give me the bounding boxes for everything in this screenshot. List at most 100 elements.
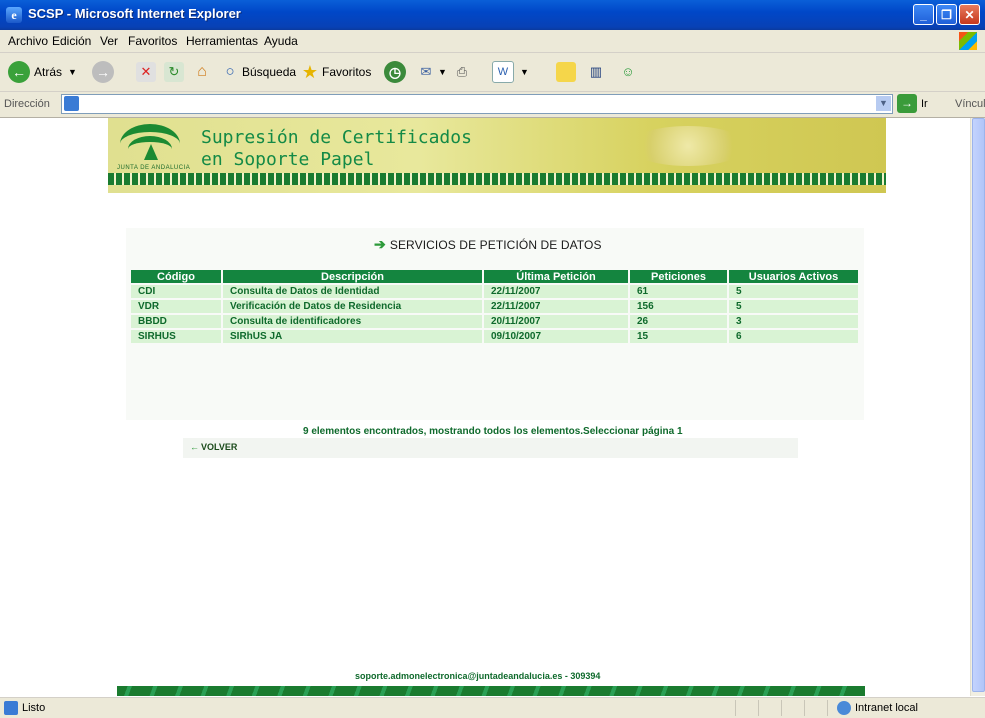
- books-icon: ▥: [589, 64, 603, 79]
- search-button[interactable]: ○ Búsqueda: [220, 59, 296, 85]
- banner-decoration: [628, 126, 748, 166]
- cell-codigo: VDR: [131, 298, 223, 314]
- edit-button[interactable]: W ▼: [492, 59, 529, 85]
- column-header-usuarios-activos: Usuarios Activos: [728, 270, 860, 284]
- menu-edicion[interactable]: Edición: [52, 34, 91, 48]
- links-label[interactable]: Vínculos: [955, 98, 985, 110]
- stop-button[interactable]: ✕: [136, 59, 156, 85]
- address-input[interactable]: ▼: [61, 94, 893, 114]
- column-header-codigo[interactable]: Código: [131, 270, 223, 284]
- cell-usuarios-activos: 6: [728, 328, 860, 343]
- print-icon: ⎙: [456, 64, 468, 79]
- refresh-icon: ↻: [164, 62, 184, 82]
- history-button[interactable]: ◷: [384, 59, 406, 85]
- forward-button[interactable]: →: [92, 59, 114, 85]
- menu-archivo[interactable]: Archivo: [8, 34, 48, 48]
- messenger-button[interactable]: ☺: [618, 59, 638, 85]
- cell-descripcion: Consulta de identificadores: [222, 313, 484, 329]
- go-label[interactable]: Ir: [921, 98, 928, 110]
- mail-button[interactable]: ✉ ▼: [416, 59, 447, 85]
- address-bar: Dirección ▼ → Ir Vínculos: [0, 92, 985, 118]
- favorites-label: Favoritos: [322, 65, 372, 79]
- section-heading-text: SERVICIOS DE PETICIÓN DE DATOS: [389, 237, 602, 252]
- menu-ayuda[interactable]: Ayuda: [264, 34, 298, 48]
- security-zone-label: Intranet local: [855, 702, 918, 714]
- cell-codigo: BBDD: [131, 313, 223, 329]
- window-title: SCSP - Microsoft Internet Explorer: [28, 6, 241, 21]
- banner-title-line2: en Soporte Papel: [201, 149, 375, 170]
- back-button[interactable]: ← Atrás ▼: [8, 59, 77, 85]
- status-bar: Listo Intranet local: [0, 697, 985, 718]
- search-icon: ○: [225, 63, 235, 80]
- footer-contact: soporte.admonelectronica@juntadeandaluci…: [355, 671, 601, 681]
- cell-peticiones: 15: [629, 328, 729, 343]
- vertical-scrollbar[interactable]: [970, 118, 985, 696]
- cell-ultima-peticion: 22/11/2007: [483, 298, 630, 314]
- page-viewport: JUNTA DE ANDALUCIA Supresión de Certific…: [0, 118, 970, 696]
- services-table: Código Descripción Última Petición Petic…: [131, 270, 860, 343]
- windows-logo-icon: [959, 32, 977, 50]
- mail-dropdown-icon: ▼: [438, 67, 447, 77]
- volver-button[interactable]: ← VOLVER: [190, 442, 237, 452]
- cell-peticiones: 26: [629, 313, 729, 329]
- arrow-left-icon: ←: [190, 442, 199, 452]
- close-button[interactable]: ✕: [959, 4, 980, 25]
- volver-label: VOLVER: [201, 442, 238, 452]
- arrow-right-icon: ➔: [374, 236, 386, 252]
- dropdown-arrow-icon: ▼: [68, 67, 77, 77]
- cell-codigo: CDI: [131, 283, 223, 299]
- cell-descripcion: Verificación de Datos de Residencia: [222, 298, 484, 314]
- maximize-button[interactable]: ❐: [936, 4, 957, 25]
- refresh-button[interactable]: ↻: [164, 59, 184, 85]
- forward-arrow-icon: →: [92, 61, 114, 83]
- favorites-button[interactable]: ★ Favoritos: [300, 59, 371, 85]
- ie-window-icon: e: [6, 7, 22, 23]
- cell-ultima-peticion: 22/11/2007: [483, 283, 630, 299]
- column-header-ultima-peticion[interactable]: Última Petición: [483, 270, 630, 284]
- search-label: Búsqueda: [242, 65, 297, 79]
- junta-logo-tower: [144, 144, 158, 160]
- discuss-button[interactable]: [556, 59, 576, 85]
- footer-stripe: [117, 686, 865, 696]
- note-icon: [556, 62, 576, 82]
- back-bar: [183, 438, 798, 458]
- minimize-button[interactable]: _: [913, 4, 934, 25]
- results-summary: 9 elementos encontrados, mostrando todos…: [303, 426, 683, 437]
- address-label: Dirección: [4, 98, 50, 110]
- home-icon: ⌂: [197, 63, 207, 80]
- word-edit-icon: W: [492, 61, 514, 83]
- history-icon: ◷: [384, 61, 406, 83]
- cell-ultima-peticion: 09/10/2007: [483, 328, 630, 343]
- menu-favoritos[interactable]: Favoritos: [128, 34, 177, 48]
- status-panels: [713, 700, 828, 716]
- edit-dropdown-icon: ▼: [520, 67, 529, 77]
- cell-descripcion: SIRhUS JA: [222, 328, 484, 343]
- header-banner: JUNTA DE ANDALUCIA Supresión de Certific…: [108, 118, 886, 193]
- logo-caption: JUNTA DE ANDALUCIA: [117, 165, 191, 171]
- cell-usuarios-activos: 5: [728, 298, 860, 314]
- back-arrow-icon: ←: [8, 61, 30, 83]
- table-row[interactable]: CDI Consulta de Datos de Identidad 22/11…: [131, 283, 860, 299]
- table-row[interactable]: SIRHUS SIRhUS JA 09/10/2007 15 6: [131, 328, 860, 343]
- scrollbar-thumb[interactable]: [972, 118, 985, 692]
- table-row[interactable]: BBDD Consulta de identificadores 20/11/2…: [131, 313, 860, 329]
- cell-peticiones: 156: [629, 298, 729, 314]
- cell-codigo: SIRHUS: [131, 328, 223, 343]
- research-button[interactable]: ▥: [586, 59, 606, 85]
- messenger-icon: ☺: [621, 64, 635, 79]
- cell-peticiones: 61: [629, 283, 729, 299]
- column-header-peticiones: Peticiones: [629, 270, 729, 284]
- status-text: Listo: [22, 702, 46, 714]
- mail-icon: ✉: [420, 64, 432, 79]
- cell-descripcion: Consulta de Datos de Identidad: [222, 283, 484, 299]
- section-heading: ➔ SERVICIOS DE PETICIÓN DE DATOS: [374, 236, 602, 253]
- menu-herramientas[interactable]: Herramientas: [186, 34, 258, 48]
- home-button[interactable]: ⌂: [192, 59, 212, 85]
- go-button[interactable]: →: [897, 94, 917, 113]
- cell-usuarios-activos: 5: [728, 283, 860, 299]
- column-header-descripcion[interactable]: Descripción: [222, 270, 484, 284]
- print-button[interactable]: ⎙: [452, 59, 472, 85]
- table-row[interactable]: VDR Verificación de Datos de Residencia …: [131, 298, 860, 314]
- address-dropdown-icon[interactable]: ▼: [876, 96, 891, 111]
- menu-ver[interactable]: Ver: [100, 34, 118, 48]
